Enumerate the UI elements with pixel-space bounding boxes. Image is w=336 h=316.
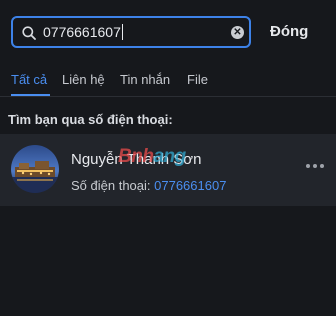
active-tab-indicator <box>11 94 50 96</box>
contact-name: Nguyễn Thanh Sơn <box>71 151 202 168</box>
phone-number: 0776661607 <box>154 178 227 193</box>
search-input-value[interactable]: 0776661607 <box>43 24 121 40</box>
tab-all[interactable]: Tất cả <box>11 72 47 87</box>
clear-icon[interactable]: ✕ <box>231 26 244 39</box>
avatar[interactable] <box>11 145 59 193</box>
search-result-row[interactable]: Nguyễn Thanh Sơn Bnhang Số điện thoại: 0… <box>0 134 336 206</box>
search-tabs: Tất cả Liên hệ Tin nhắn File <box>0 72 336 97</box>
tab-contacts[interactable]: Liên hệ <box>62 72 105 87</box>
more-icon[interactable] <box>306 163 324 169</box>
search-icon <box>22 26 36 40</box>
section-title: Tìm bạn qua số điện thoại: <box>8 112 173 127</box>
tab-files[interactable]: File <box>187 72 208 87</box>
tab-messages[interactable]: Tin nhắn <box>120 72 170 87</box>
phone-label: Số điện thoại: <box>71 178 151 193</box>
phone-line: Số điện thoại: 0776661607 <box>71 178 226 193</box>
search-input[interactable]: 0776661607 <box>43 24 123 40</box>
close-button[interactable]: Đóng <box>270 23 308 40</box>
search-field[interactable]: 0776661607 ✕ <box>11 16 251 48</box>
text-caret <box>121 24 123 40</box>
